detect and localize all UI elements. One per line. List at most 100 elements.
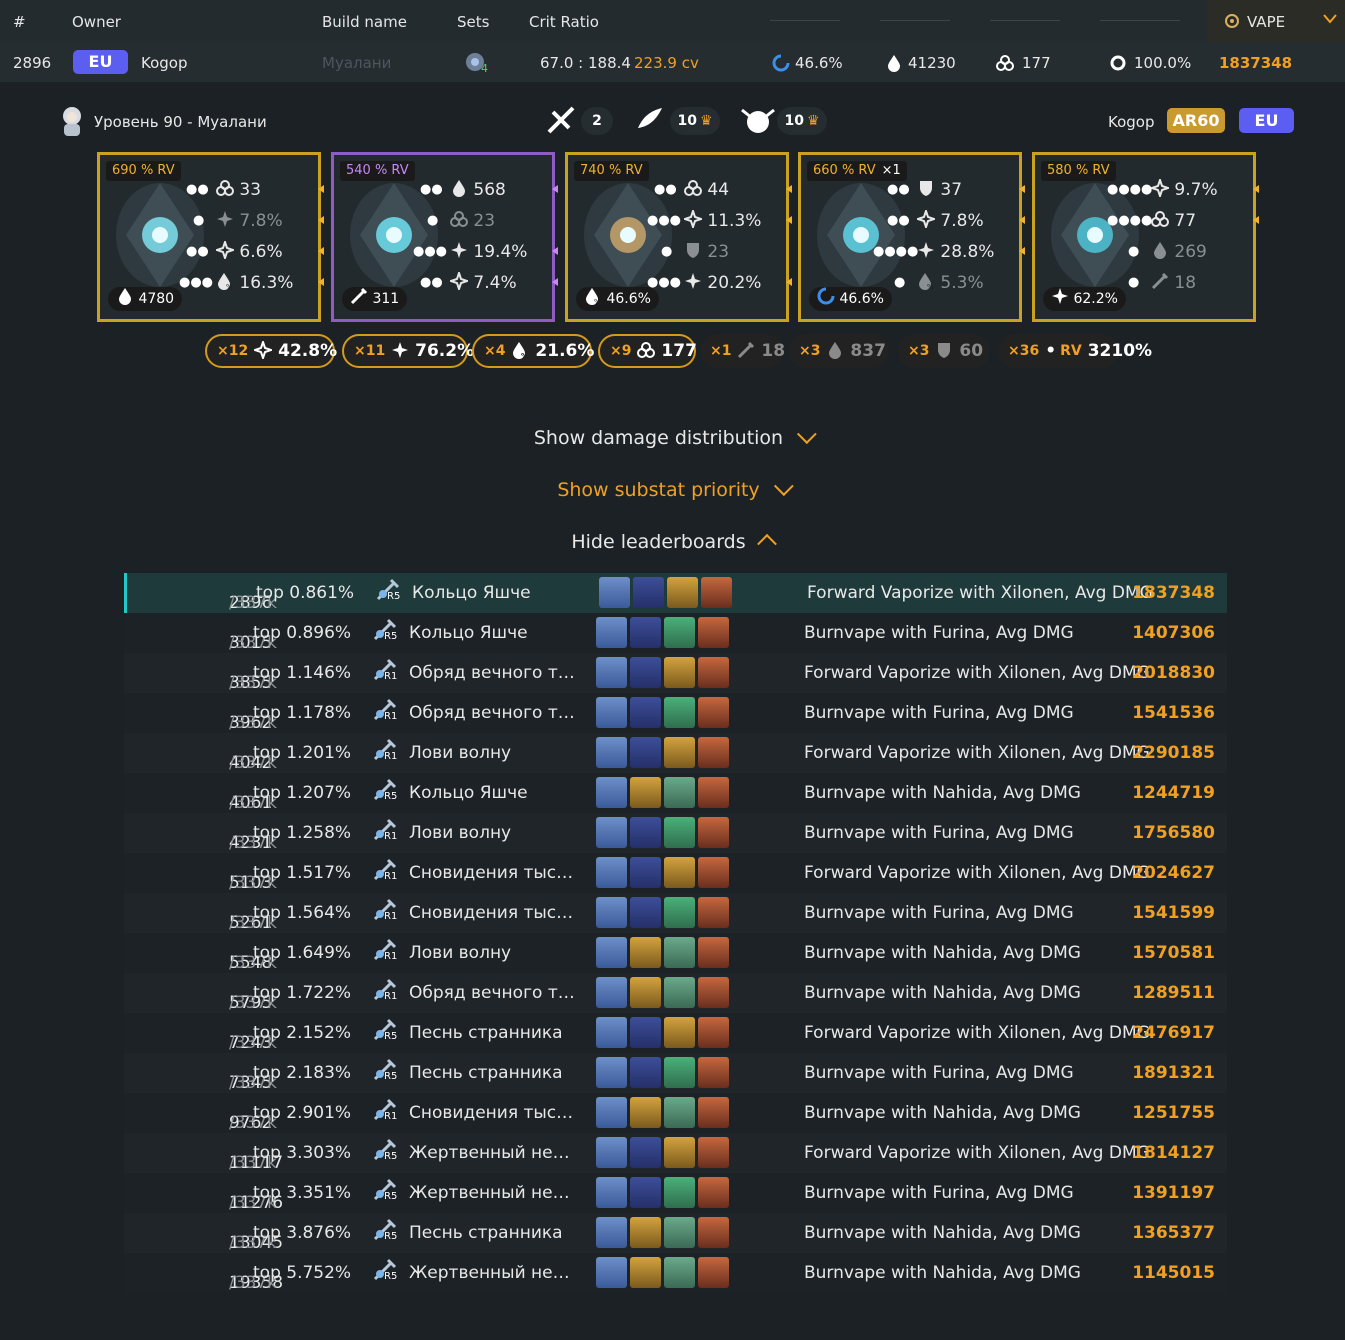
header-owner[interactable]: Owner	[72, 13, 121, 31]
team-member-avatar	[596, 617, 627, 648]
team-composition	[596, 777, 729, 808]
team-member-avatar	[667, 577, 698, 608]
top-percent: top 1.649%	[253, 943, 352, 963]
team-member-avatar	[630, 737, 661, 768]
leaderboard-row[interactable]: 19358/337k top 5.752% R5 Жертвенный нефр...…	[124, 1253, 1227, 1293]
leaderboard-row[interactable]: 5261/337k top 1.564% R1 Сновидения тысяч...…	[124, 893, 1227, 933]
hp-pct-icon: %	[584, 288, 602, 307]
team-member-avatar	[630, 1217, 661, 1248]
top-percent: top 1.564%	[253, 903, 352, 923]
priority-marker	[1253, 185, 1259, 193]
character-level-name: Уровень 90 - Муалани	[94, 113, 267, 131]
top-percent: top 1.207%	[253, 783, 352, 803]
artifact-card[interactable]: 660 % RV ×1 46.6% ●● 37 ●● 7.8% ●●●● 28.8% ●%…	[798, 152, 1025, 322]
header-rank[interactable]: #	[13, 13, 26, 31]
roll-value-badge: 660 % RV ×1	[807, 161, 907, 181]
profile-owner[interactable]: Kogop	[1108, 113, 1155, 131]
team-member-avatar	[664, 1057, 695, 1088]
weapon-icon: R1	[372, 657, 398, 683]
team-member-avatar	[630, 1097, 661, 1128]
weapon-name: Обряд вечного те...	[409, 983, 579, 1003]
hide-leaderboards-toggle[interactable]: Hide leaderboards	[0, 531, 1345, 554]
show-damage-distribution-toggle[interactable]: Show damage distribution	[0, 424, 1345, 449]
leaderboard-row[interactable]: 3962/337k top 1.178% R1 Обряд вечного те...…	[124, 693, 1227, 733]
roll-dots: ●	[1128, 275, 1140, 290]
top-percent: top 1.517%	[253, 863, 352, 883]
weapon-name: Жертвенный нефр...	[409, 1263, 579, 1283]
leaderboard-row[interactable]: 5548/337k top 1.649% R1 Лови волну Burnvape …	[124, 933, 1227, 973]
team-member-avatar	[596, 1057, 627, 1088]
talent-skill-icon	[638, 108, 662, 128]
stat-total-chip: ×36 • RV 3210%	[998, 334, 1152, 368]
leaderboard-row[interactable]: 3015/337k top 0.896% R5 Кольцо Яшче Burnvape…	[124, 613, 1227, 653]
leaderboard-row[interactable]: 4042/337k top 1.201% R1 Лови волну Forward V…	[124, 733, 1227, 773]
leaderboard-row[interactable]: 13045/337k top 3.876% R5 Песнь странника Bur…	[124, 1213, 1227, 1253]
leaderboard-row[interactable]: 3855/337k top 1.146% R1 Обряд вечного те...…	[124, 653, 1227, 693]
leaderboard-row[interactable]: 5795/337k top 1.722% R1 Обряд вечного те...…	[124, 973, 1227, 1013]
category-selector[interactable]: VAPE	[1207, 0, 1345, 42]
leaderboard-row[interactable]: 7243/337k top 2.152% R5 Песнь странника Forw…	[124, 1013, 1227, 1053]
main-stat: 311	[342, 287, 408, 311]
main-stat: 62.2%	[1043, 287, 1126, 311]
leaderboard-row[interactable]: 7345/337k top 2.183% R5 Песнь странника Burn…	[124, 1053, 1227, 1093]
leaderboard-row[interactable]: 2896/337k top 0.861% R5 Кольцо Яшче Forward …	[124, 573, 1227, 613]
top-percent: top 1.178%	[253, 703, 352, 723]
header-build-name[interactable]: Build name	[322, 13, 407, 31]
damage-value: 1756580	[1132, 823, 1215, 843]
artifact-card[interactable]: 540 % RV 311 ●● 568 ● 23 ●●● 19.4% ●● 7.4%	[331, 152, 558, 322]
em-icon	[1151, 211, 1169, 231]
roll-count: ×9	[610, 343, 632, 359]
weapon-icon: R5	[372, 1057, 398, 1083]
roll-dots: ●	[427, 213, 439, 228]
artifact-card[interactable]: 740 % RV% 46.6% ●● 44 ●●● 11.3% ● 23 ●●● 20.…	[565, 152, 792, 322]
team-composition	[599, 577, 732, 608]
leaderboard-row[interactable]: 4061/337k top 1.207% R5 Кольцо Яшче Burnvape…	[124, 773, 1227, 813]
substat-hp-pct: % 16.3%	[216, 272, 293, 293]
stat-total-chip: ×3 837	[789, 334, 889, 368]
talent-2-level: 10 ♛	[670, 107, 720, 135]
team-member-avatar	[698, 897, 729, 928]
def-icon	[917, 180, 935, 200]
weapon-name: Песнь странника	[409, 1063, 563, 1083]
roll-value-badge: 580 % RV	[1041, 161, 1116, 181]
weapon-icon: R1	[372, 817, 398, 843]
team-member-avatar	[630, 777, 661, 808]
top-percent: top 0.861%	[256, 583, 355, 603]
calculation-name: Forward Vaporize with Xilonen, Avg DMG	[804, 1143, 1150, 1163]
leaderboard-row[interactable]: 11117/337k top 3.303% R5 Жертвенный нефр...…	[124, 1133, 1227, 1173]
show-substat-priority-toggle[interactable]: Show substat priority	[0, 476, 1345, 501]
header-sets[interactable]: Sets	[457, 13, 489, 31]
svg-text:%: %	[594, 298, 601, 305]
damage-value: 1814127	[1132, 1143, 1215, 1163]
substat-crit-rate: 7.4%	[450, 272, 517, 293]
weapon-icon: R1	[372, 1097, 398, 1123]
leaderboard-row[interactable]: 9762/337k top 2.901% R1 Сновидения тысяч...…	[124, 1093, 1227, 1133]
svg-text:%: %	[226, 283, 233, 290]
damage-value: 1145015	[1132, 1263, 1215, 1283]
leaderboard-row[interactable]: 11276/337k top 3.351% R5 Жертвенный нефр...…	[124, 1173, 1227, 1213]
leaderboard-row[interactable]: 4231/337k top 1.258% R1 Лови волну Burnvape …	[124, 813, 1227, 853]
damage-value: 1365377	[1132, 1223, 1215, 1243]
summary-owner[interactable]: Kogop	[141, 54, 188, 72]
roll-dots: ●●●●	[873, 244, 919, 259]
calculation-name: Forward Vaporize with Xilonen, Avg DMG	[804, 1023, 1150, 1043]
leaderboard-row[interactable]: 5103/337k top 1.517% R1 Сновидения тысяч...…	[124, 853, 1227, 893]
stat-total-value: 60	[959, 341, 984, 361]
weapon-name: Жертвенный нефр...	[409, 1143, 579, 1163]
roll-count: ×12	[217, 343, 249, 359]
separator-dot: •	[1045, 341, 1057, 361]
build-summary-row[interactable]: 2896 EU Kogop Муалани 4 67.0 : 188.4 223…	[0, 42, 1345, 82]
artifact-card[interactable]: 690 % RV 4780 ●● 33 ● 7.8% ●● 6.6% ●●●% 16.3…	[97, 152, 324, 322]
em-icon	[684, 180, 702, 200]
def-icon	[935, 341, 953, 362]
team-member-avatar	[630, 977, 661, 1008]
team-member-avatar	[596, 897, 627, 928]
weapon-icon: R1	[372, 857, 398, 883]
stat-total-value: 177	[661, 341, 697, 361]
weapon-name: Песнь странника	[409, 1223, 563, 1243]
crit-dmg-icon	[216, 211, 234, 231]
profile-region-badge: EU	[1239, 108, 1294, 133]
calculation-name: Forward Vaporize with Xilonen, Avg DMG	[804, 863, 1150, 883]
header-crit-ratio[interactable]: Crit Ratio	[529, 13, 599, 31]
artifact-card[interactable]: 580 % RV 62.2% ●●●● 9.7% ●●●● 77 ● 269 ● 18	[1032, 152, 1259, 322]
